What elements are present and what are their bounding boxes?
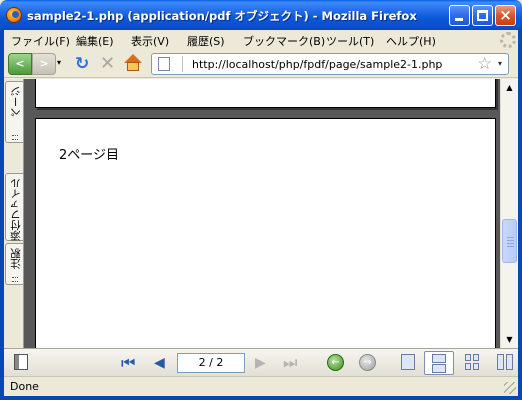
view-page-glyph bbox=[473, 354, 479, 361]
thumb-grip bbox=[507, 246, 514, 247]
stop-icon[interactable]: ✕ bbox=[100, 54, 115, 74]
throbber-icon bbox=[500, 32, 516, 48]
forward-button[interactable]: > bbox=[32, 53, 56, 75]
next-page-icon[interactable]: ▶ bbox=[255, 354, 266, 372]
window-frame-right bbox=[518, 30, 522, 400]
prev-page-icon[interactable]: ◀ bbox=[154, 354, 165, 372]
thumb-grip bbox=[507, 240, 514, 241]
menu-view[interactable]: 表示(V) bbox=[131, 33, 169, 49]
tab-attachments[interactable]: 添付ファイル bbox=[5, 173, 23, 241]
menu-bookmarks[interactable]: ブックマーク(B) bbox=[243, 33, 325, 49]
menu-tools[interactable]: ツール(T) bbox=[326, 33, 374, 49]
minimize-icon bbox=[455, 18, 463, 21]
view-page-glyph bbox=[465, 363, 471, 370]
tab-comments[interactable]: 注釈 bbox=[5, 243, 23, 285]
page-number-input[interactable]: 2 / 2 bbox=[177, 353, 245, 373]
menu-edit[interactable]: 編集(E) bbox=[76, 33, 114, 49]
menu-file[interactable]: ファイル(F) bbox=[11, 33, 70, 49]
tab-comments-label: 注釈 bbox=[10, 248, 22, 269]
window-title: sample2-1.php (application/pdf オブジェクト) -… bbox=[27, 9, 417, 23]
thumb-grip bbox=[507, 237, 514, 238]
scroll-down-icon[interactable]: ▼ bbox=[501, 331, 518, 348]
scroll-up-icon[interactable]: ▲ bbox=[501, 79, 518, 96]
url-input[interactable]: http://localhost/php/fpdf/page/sample2-1… bbox=[192, 58, 442, 71]
home-icon[interactable] bbox=[124, 54, 142, 72]
go-back-icon[interactable]: ← bbox=[327, 354, 344, 371]
single-page-view-icon[interactable] bbox=[401, 354, 415, 370]
last-page-icon[interactable]: ⏭ bbox=[283, 354, 297, 372]
continuous-view-icon[interactable] bbox=[424, 351, 454, 375]
menu-history[interactable]: 履歴(S) bbox=[187, 33, 225, 49]
back-button[interactable]: < bbox=[8, 53, 32, 75]
home-base bbox=[127, 62, 139, 71]
menu-bar: ファイル(F) 編集(E) 表示(V) 履歴(S) ブックマーク(B) ツール(… bbox=[4, 30, 518, 50]
url-bar[interactable]: http://localhost/php/fpdf/page/sample2-1… bbox=[151, 53, 509, 75]
view-page-glyph bbox=[473, 363, 479, 370]
sidebar-toggle-icon[interactable] bbox=[14, 354, 28, 370]
vertical-scrollbar[interactable]: ▲ ▼ bbox=[500, 79, 518, 348]
facing-view-icon[interactable] bbox=[465, 354, 479, 370]
page-icon bbox=[158, 57, 170, 71]
close-icon: × bbox=[499, 6, 512, 24]
document-viewport[interactable]: 2ページ目 bbox=[25, 79, 500, 348]
maximize-button[interactable] bbox=[472, 5, 493, 26]
pdf-toolbar: ⏮ ◀ 2 / 2 ▶ ⏭ ← → bbox=[4, 348, 518, 376]
tab-attachments-label: 添付ファイル bbox=[10, 178, 22, 241]
menu-help[interactable]: ヘルプ(H) bbox=[386, 33, 436, 49]
view-page-glyph bbox=[506, 354, 513, 370]
pdf-page-1 bbox=[35, 79, 496, 108]
reload-icon[interactable]: ↻ bbox=[75, 54, 89, 74]
window-frame-bottom bbox=[0, 396, 522, 400]
tab-grip-icon bbox=[12, 135, 18, 140]
maximize-icon bbox=[477, 10, 488, 21]
bookmark-star-icon[interactable]: ☆ bbox=[477, 54, 492, 74]
facing-continuous-view-icon[interactable] bbox=[497, 354, 513, 370]
scrollbar-thumb[interactable] bbox=[502, 219, 517, 263]
firefox-icon bbox=[6, 7, 22, 23]
thumb-grip bbox=[507, 243, 514, 244]
view-page-glyph bbox=[497, 354, 504, 370]
sidebar-tabs: ページ 添付ファイル 注釈 bbox=[4, 79, 24, 348]
history-dropdown-icon[interactable]: ▾ bbox=[57, 58, 61, 67]
view-page-glyph bbox=[465, 354, 471, 361]
page-text: 2ページ目 bbox=[59, 148, 120, 163]
title-bar[interactable]: sample2-1.php (application/pdf オブジェクト) -… bbox=[0, 0, 522, 30]
resize-grip-icon[interactable] bbox=[504, 382, 516, 394]
view-page-glyph bbox=[432, 354, 446, 363]
first-page-icon[interactable]: ⏮ bbox=[121, 354, 135, 372]
close-button[interactable]: × bbox=[495, 5, 516, 26]
url-dropdown-icon[interactable]: ▾ bbox=[498, 59, 502, 68]
view-page-glyph bbox=[432, 364, 446, 373]
tab-grip-icon bbox=[12, 277, 18, 282]
pdf-page-2: 2ページ目 bbox=[35, 118, 496, 348]
tab-pages-label: ページ bbox=[10, 86, 22, 118]
status-bar: Done bbox=[4, 376, 518, 396]
tab-pages[interactable]: ページ bbox=[5, 81, 23, 143]
navigation-toolbar: < > ▾ ↻ ✕ http://localhost/php/fpdf/page… bbox=[4, 50, 518, 78]
tab-grip-icon bbox=[12, 233, 18, 238]
url-separator bbox=[182, 56, 183, 72]
minimize-button[interactable] bbox=[449, 5, 470, 26]
pdf-viewer: ページ 添付ファイル 注釈 2ページ目 ▲ ▼ bbox=[4, 79, 518, 348]
status-text: Done bbox=[10, 380, 39, 393]
go-forward-icon[interactable]: → bbox=[359, 354, 376, 371]
